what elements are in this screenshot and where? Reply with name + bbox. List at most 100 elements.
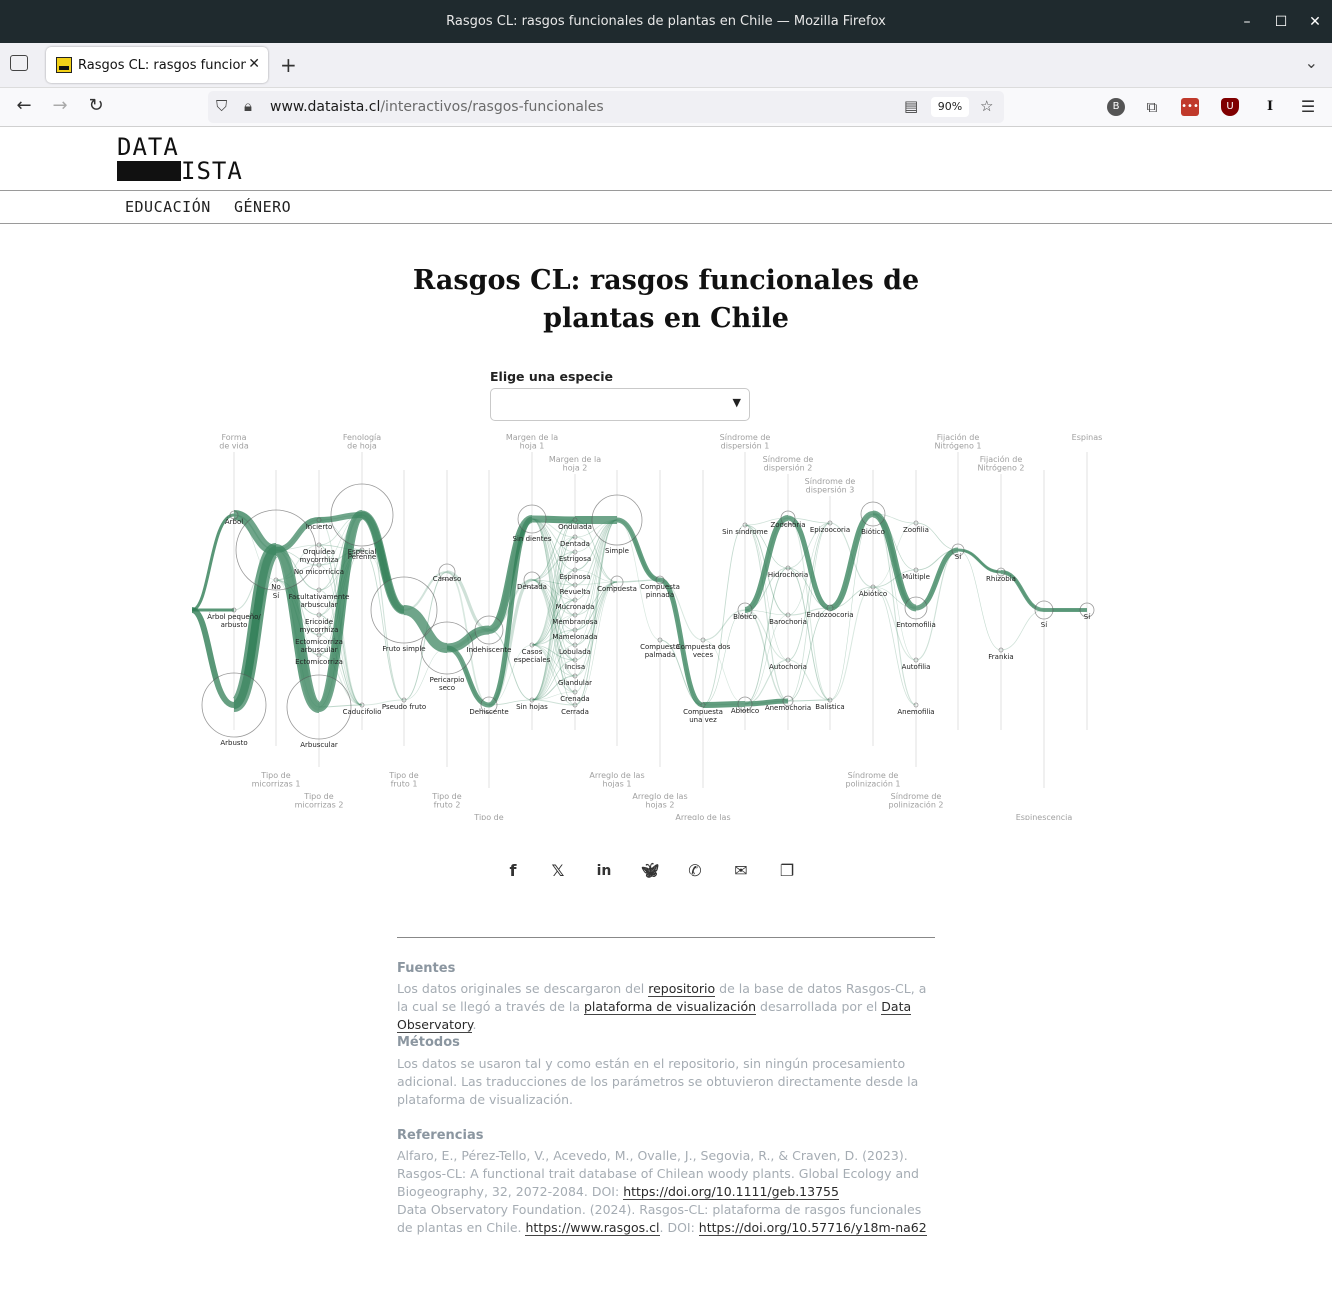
category-node <box>572 673 578 679</box>
category-label: Dehiscente <box>469 708 508 716</box>
link-plataforma[interactable]: plataforma de visualización <box>584 999 757 1015</box>
reader-view-icon[interactable]: ▤ <box>904 97 918 115</box>
extensions-puzzle-icon[interactable]: ⧉ <box>1143 98 1161 116</box>
window-titlebar: Rasgos CL: rasgos funcionales de plantas… <box>0 0 1332 43</box>
category-label: Ericoide mycorrhiza <box>300 618 339 634</box>
link-doi-geb[interactable]: https://doi.org/10.1111/geb.13755 <box>623 1184 839 1200</box>
category-label: Abiótico <box>859 590 887 598</box>
category-node <box>359 702 365 708</box>
category-node <box>742 522 748 528</box>
nav-educacion[interactable]: EDUCACIÓN <box>125 198 211 216</box>
dropdown-arrow-icon[interactable]: ▼ <box>733 396 741 409</box>
ublock-icon[interactable]: U <box>1221 98 1239 116</box>
category-node <box>420 621 474 675</box>
category-node <box>913 702 919 708</box>
nav-genero[interactable]: GÉNERO <box>234 198 291 216</box>
category-node <box>572 642 578 648</box>
category-label: Mamelonada <box>552 633 597 641</box>
category-label: Rhizobia <box>986 575 1016 583</box>
category-label: Sí <box>273 592 280 600</box>
menu-hamburger-icon[interactable]: ☰ <box>1299 98 1317 116</box>
category-node <box>572 702 578 708</box>
category-node <box>201 672 267 738</box>
shield-icon[interactable]: ⛉ <box>216 97 227 115</box>
category-label: Incisa <box>565 663 585 671</box>
bookmark-star-icon[interactable]: ☆ <box>980 97 993 115</box>
window-title: Rasgos CL: rasgos funcionales de plantas… <box>446 14 886 29</box>
axis-label: Fijación de Nitrógeno 2 <box>978 454 1025 473</box>
category-label: Lobulada <box>559 648 591 656</box>
back-icon[interactable]: ← <box>12 95 36 116</box>
facebook-icon[interactable]: f <box>502 860 524 882</box>
new-tab-icon[interactable]: + <box>280 53 297 77</box>
metodos-title: Métodos <box>397 1035 460 1050</box>
category-node <box>572 549 578 555</box>
axis-label: Síndrome de dispersión 2 <box>763 455 814 473</box>
copy-icon[interactable]: ❐ <box>776 860 798 882</box>
category-label: No micorrícica <box>294 568 344 576</box>
category-label: Compuesta palmada <box>640 643 680 659</box>
zoom-level[interactable]: 90% <box>931 97 969 117</box>
maximize-icon[interactable]: ☐ <box>1264 0 1298 43</box>
species-select[interactable]: ▼ <box>490 388 750 421</box>
flow-link-strong <box>487 516 534 708</box>
category-label: Anemochoria <box>765 704 811 712</box>
category-node <box>316 517 322 523</box>
metodos-text: Los datos se usaron tal y como están en … <box>397 1056 919 1107</box>
flow-link <box>787 699 831 702</box>
link-rasgos-cl[interactable]: https://www.rasgos.cl <box>525 1220 660 1236</box>
parallel-sets-chart[interactable]: ÁrbolÁrbol pequeño/arbustoArbustoForma de… <box>180 430 1120 820</box>
x-icon[interactable]: 𝕏 <box>547 860 569 882</box>
category-node <box>1034 600 1054 620</box>
category-label: Caducifolio <box>343 708 382 716</box>
chevron-down-icon[interactable]: ⌄ <box>1305 53 1318 72</box>
forward-icon[interactable]: → <box>48 95 72 116</box>
category-label: Sin hojas <box>516 703 548 711</box>
close-window-icon[interactable]: ✕ <box>1298 0 1332 43</box>
axis-label: Fijación de Nitrógeno 1 <box>935 432 982 451</box>
category-label: Carnoso <box>433 575 462 583</box>
category-label: Frankia <box>988 653 1013 661</box>
b-extension-icon[interactable]: B <box>1107 98 1125 116</box>
axis-label: Fenología de hoja <box>343 433 381 451</box>
mail-icon[interactable]: ✉ <box>730 860 752 882</box>
axis-label: Tipo de fruto 2 <box>431 792 461 810</box>
category-label: Fruto simple <box>382 645 425 653</box>
category-node <box>273 577 279 583</box>
referencias-title: Referencias <box>397 1128 484 1143</box>
page-title: Rasgos CL: rasgos funcionales de plantas… <box>412 265 920 334</box>
dataista-logo[interactable]: DATA ISTA <box>117 135 243 183</box>
category-node <box>316 632 322 638</box>
i-extension-icon[interactable]: I <box>1261 98 1279 116</box>
category-node <box>998 647 1004 653</box>
category-node <box>572 534 578 540</box>
dataista-favicon-icon <box>56 57 72 73</box>
lock-icon[interactable]: 🔒︎ <box>244 97 252 115</box>
close-tab-icon[interactable]: ✕ <box>248 56 260 72</box>
site-nav: EDUCACIÓN GÉNERO <box>0 191 1332 224</box>
category-label: Glandular <box>558 679 592 687</box>
whatsapp-icon[interactable]: ✆ <box>684 860 706 882</box>
category-node <box>529 642 535 648</box>
category-label: Compuesta pinnada <box>640 583 680 599</box>
category-label: Cerrada <box>561 708 589 716</box>
category-node <box>572 689 578 695</box>
category-node <box>316 652 322 658</box>
link-doi-rasgos[interactable]: https://doi.org/10.57716/y18m-na62 <box>698 1220 927 1236</box>
bluesky-icon[interactable]: 🦋︎ <box>639 860 661 882</box>
url-text[interactable]: www.dataista.cl/interactivos/rasgos-func… <box>270 99 604 115</box>
category-label: Árbol <box>225 517 243 526</box>
url-bar[interactable]: ⛉ 🔒︎ www.dataista.cl/interactivos/rasgos… <box>208 91 1004 123</box>
minimize-icon[interactable]: – <box>1230 0 1264 43</box>
reload-icon[interactable]: ↻ <box>84 95 108 116</box>
red-extension-icon[interactable]: ••• <box>1181 98 1199 116</box>
tab-active[interactable]: Rasgos CL: rasgos funcionales de plantas… <box>46 47 268 83</box>
category-node <box>316 562 322 568</box>
category-label: Crenada <box>560 695 589 703</box>
link-repositorio[interactable]: repositorio <box>648 981 716 997</box>
category-node <box>474 615 504 645</box>
category-label: Arbuscular <box>300 741 338 749</box>
category-node <box>591 494 643 546</box>
linkedin-icon[interactable]: in <box>593 860 615 882</box>
list-tabs-icon[interactable] <box>10 55 28 71</box>
